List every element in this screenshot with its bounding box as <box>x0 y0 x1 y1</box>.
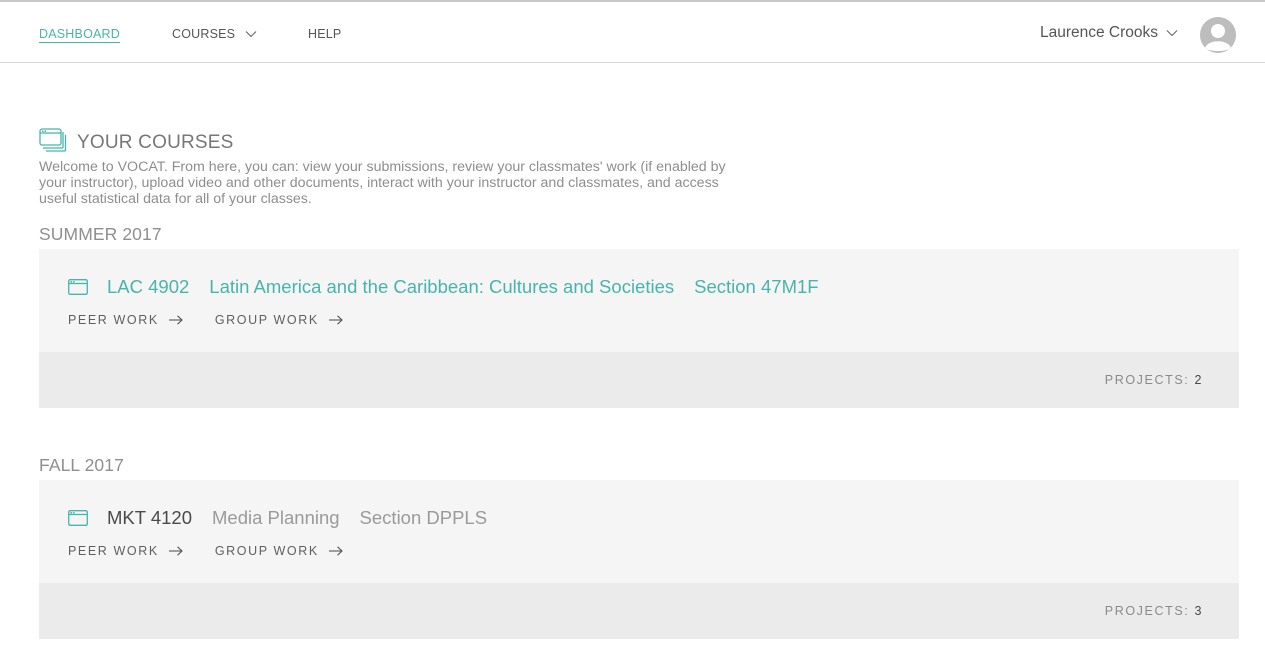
your-courses-header: YOUR COURSES <box>39 128 234 157</box>
course-section: Section DPPLS <box>359 507 488 528</box>
arrow-right-icon <box>328 315 343 325</box>
course-code-link[interactable]: LAC 4902 <box>107 276 189 298</box>
nav-courses-dropdown[interactable]: COURSES <box>172 27 257 41</box>
course-card-footer: PROJECTS: 3 <box>39 583 1239 639</box>
projects-count: PROJECTS: 3 <box>1105 604 1203 618</box>
group-work-label: GROUP WORK <box>214 313 319 327</box>
user-name: Laurence Crooks <box>1039 24 1158 41</box>
course-links: PEER WORK GROUP WORK <box>68 544 375 558</box>
course-section-link[interactable]: Section 47M1F <box>694 276 818 298</box>
course-card: MKT 4120 Media Planning Section DPPLS PE… <box>39 480 1239 639</box>
course-card-body: MKT 4120 Media Planning Section DPPLS PE… <box>39 480 1239 583</box>
course-card-body: LAC 4902 Latin America and the Caribbean… <box>39 249 1239 352</box>
course-title-line: LAC 4902 Latin America and the Caribbean… <box>68 276 819 298</box>
peer-work-link[interactable]: PEER WORK <box>68 544 183 558</box>
projects-count: PROJECTS: 2 <box>1105 373 1203 387</box>
group-work-link[interactable]: GROUP WORK <box>215 544 343 558</box>
course-window-icon <box>68 510 88 526</box>
course-card: LAC 4902 Latin America and the Caribbean… <box>39 249 1239 408</box>
avatar[interactable] <box>1200 17 1236 53</box>
course-name: Media Planning <box>212 507 340 528</box>
nav-help-label: HELP <box>308 27 342 41</box>
course-links: PEER WORK GROUP WORK <box>68 313 375 327</box>
user-avatar-icon <box>1200 17 1236 53</box>
chevron-down-icon <box>1166 29 1178 37</box>
peer-work-label: PEER WORK <box>68 313 159 327</box>
arrow-right-icon <box>168 315 183 325</box>
projects-label: PROJECTS: <box>1104 604 1190 618</box>
term-heading: FALL 2017 <box>39 455 124 475</box>
user-menu-dropdown[interactable]: Laurence Crooks <box>1040 24 1178 42</box>
course-name-link[interactable]: Latin America and the Caribbean: Culture… <box>209 276 674 298</box>
group-work-link[interactable]: GROUP WORK <box>215 313 343 327</box>
course-window-icon <box>68 279 88 295</box>
nav-courses-label: COURSES <box>172 27 236 41</box>
intro-text: Welcome to VOCAT. From here, you can: vi… <box>39 159 726 207</box>
course-title-line: MKT 4120 Media Planning Section DPPLS <box>68 507 487 529</box>
projects-count-value: 2 <box>1194 373 1203 387</box>
peer-work-link[interactable]: PEER WORK <box>68 313 183 327</box>
arrow-right-icon <box>168 546 183 556</box>
course-card-footer: PROJECTS: 2 <box>39 352 1239 408</box>
nav-help[interactable]: HELP <box>308 27 341 41</box>
nav-dashboard[interactable]: DASHBOARD <box>39 27 120 43</box>
course-code: MKT 4120 <box>107 507 193 528</box>
chevron-down-icon <box>245 30 257 38</box>
courses-stack-icon <box>39 128 67 157</box>
top-navigation-bar: DASHBOARD COURSES HELP Laurence Crooks <box>0 0 1265 63</box>
group-work-label: GROUP WORK <box>214 544 319 558</box>
projects-label: PROJECTS: <box>1104 373 1190 387</box>
arrow-right-icon <box>328 546 343 556</box>
peer-work-label: PEER WORK <box>68 544 159 558</box>
term-heading: SUMMER 2017 <box>39 224 162 244</box>
page-title: YOUR COURSES <box>77 131 234 153</box>
projects-count-value: 3 <box>1194 604 1203 618</box>
nav-dashboard-label: DASHBOARD <box>39 27 120 41</box>
